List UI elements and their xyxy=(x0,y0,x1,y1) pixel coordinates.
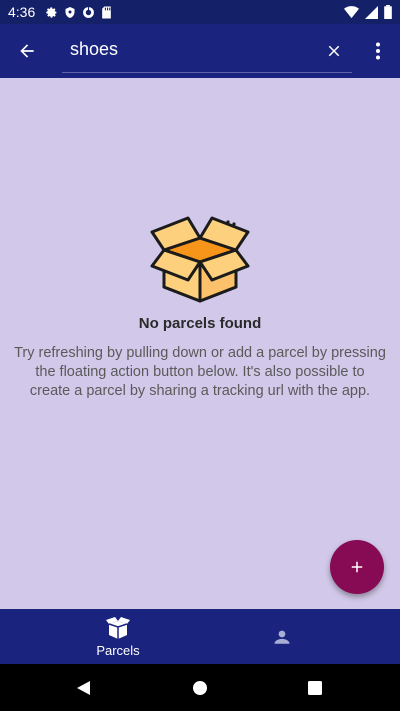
home-circle-icon[interactable] xyxy=(192,680,208,696)
nav-item-profile[interactable] xyxy=(182,609,382,664)
search-underline xyxy=(62,72,352,73)
empty-state-description: Try refreshing by pulling down or add a … xyxy=(14,345,386,399)
gear-icon xyxy=(46,6,57,18)
bottom-navigation: Parcels xyxy=(0,609,400,664)
status-icons-right xyxy=(344,5,392,19)
shield-icon xyxy=(65,6,75,18)
parcel-icon xyxy=(106,617,130,639)
arrow-back-icon xyxy=(20,44,34,58)
wifi-icon xyxy=(344,5,359,18)
back-button[interactable] xyxy=(7,31,47,71)
more-vert-icon xyxy=(376,42,380,60)
clear-search-button[interactable] xyxy=(314,31,354,71)
more-options-button[interactable] xyxy=(358,31,398,71)
status-bar: 4:36 xyxy=(0,0,400,24)
system-navigation-bar xyxy=(0,664,400,711)
plus-icon xyxy=(351,561,363,573)
status-time: 4:36 xyxy=(8,4,36,20)
recents-square-icon[interactable] xyxy=(308,681,322,695)
back-triangle-icon[interactable] xyxy=(75,680,91,696)
vpn-icon xyxy=(83,6,95,18)
empty-state-title: No parcels found xyxy=(138,315,262,332)
nav-item-parcels-label: Parcels xyxy=(96,643,140,658)
status-icons-left xyxy=(45,6,112,19)
signal-icon xyxy=(365,5,378,19)
add-parcel-button[interactable] xyxy=(330,540,384,594)
app-bar xyxy=(0,24,400,78)
battery-icon xyxy=(384,5,392,19)
sd-card-icon xyxy=(102,6,112,18)
close-icon xyxy=(328,45,340,57)
person-icon xyxy=(274,630,290,644)
open-box-icon xyxy=(150,216,250,303)
parcel-list-area[interactable]: No parcels found Try refreshing by pulli… xyxy=(0,78,400,609)
